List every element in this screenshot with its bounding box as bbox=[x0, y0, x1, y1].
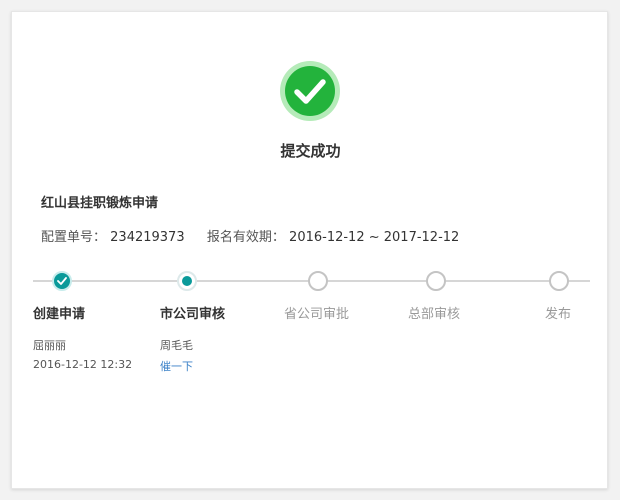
config-number-label: 配置单号： bbox=[41, 230, 107, 245]
result-title: 提交成功 bbox=[280, 142, 341, 160]
step-4-label: 总部审核 bbox=[408, 307, 461, 322]
check-icon bbox=[57, 277, 67, 285]
step-2-current-node bbox=[177, 271, 197, 291]
validity-value: 2016-12-12 ~ 2017-12-12 bbox=[289, 230, 460, 245]
application-title: 红山县挂职锻炼申请 bbox=[41, 196, 159, 211]
step-5-label: 发布 bbox=[545, 307, 572, 322]
step-2-person: 周毛毛 bbox=[160, 339, 193, 352]
step-1-time: 2016-12-12 12:32 bbox=[33, 358, 133, 371]
step-1-done-node bbox=[52, 271, 72, 291]
step-1-person: 屈丽丽 bbox=[33, 339, 66, 352]
step-3-label: 省公司审批 bbox=[284, 307, 350, 322]
application-meta: 配置单号： 234219373 报名有效期： 2016-12-12 ~ 2017… bbox=[41, 226, 459, 245]
step-3-pending-node bbox=[308, 271, 328, 291]
validity-label: 报名有效期： bbox=[206, 230, 285, 245]
result-card: 提交成功 红山县挂职锻炼申请 配置单号： 234219373 报名有效期： 20… bbox=[11, 11, 608, 489]
step-2-label: 市公司审核 bbox=[160, 307, 226, 322]
config-number-value: 234219373 bbox=[110, 230, 185, 245]
step-1-label: 创建申请 bbox=[33, 307, 86, 322]
step-5-pending-node bbox=[549, 271, 569, 291]
step-4-pending-node bbox=[426, 271, 446, 291]
remind-link[interactable]: 催一下 bbox=[160, 358, 193, 374]
check-circle-icon bbox=[280, 61, 340, 121]
